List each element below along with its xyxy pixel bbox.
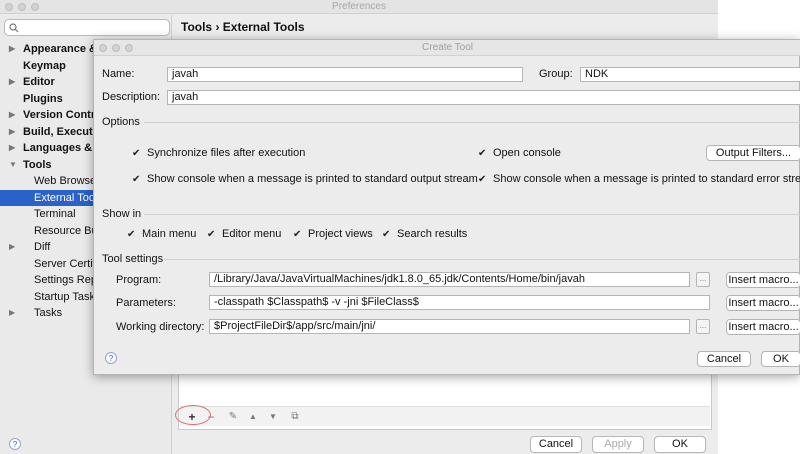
collapsed-arrow-icon[interactable]: ▶ [9,107,15,123]
sidebar-item-label: Tools [23,158,52,171]
working-directory-label: Working directory: [116,321,205,333]
program-label: Program: [116,274,162,286]
main-menu-checkbox[interactable]: ✔ Main menu [127,227,196,242]
copy-tool-button[interactable]: ⧉ [288,410,302,424]
search-icon [9,23,19,33]
show-in-section-label: Show in [102,208,142,220]
tools-list-toolbar: + − ✎ ▲ ▼ ⧉ [180,406,710,426]
checkmark-icon: ✔ [132,148,141,159]
collapsed-arrow-icon[interactable]: ▶ [9,41,15,57]
open-console-checkbox[interactable]: ✔ Open console [478,146,561,161]
working-directory-browse-button[interactable]: ... [696,319,710,334]
project-views-checkbox[interactable]: ✔ Project views [293,227,373,242]
window-title: Preferences [332,1,386,12]
sidebar-item-label: Diff [34,241,51,253]
settings-search-input[interactable] [4,19,170,36]
breadcrumb: Tools › External Tools [181,20,305,34]
working-directory-field[interactable]: $ProjectFileDir$/app/src/main/jni/ [209,319,690,334]
dialog-titlebar: Create Tool [94,40,800,56]
checkmark-icon: ✔ [478,148,487,159]
edit-tool-button[interactable]: ✎ [226,410,240,424]
sidebar-item-label: Keymap [23,59,66,72]
sidebar-item-label: Plugins [23,92,63,105]
tool-settings-section-label: Tool settings [102,253,164,265]
options-divider [144,122,800,123]
program-field[interactable]: /Library/Java/JavaVirtualMachines/jdk1.8… [209,272,690,287]
tool-settings-divider [164,259,800,260]
dialog-title: Create Tool [422,42,473,53]
sidebar-item-label: Languages & F [23,142,102,154]
expanded-arrow-icon[interactable]: ▼ [9,157,17,173]
help-icon[interactable]: ? [9,438,21,450]
program-insert-macro-button[interactable]: Insert macro... [726,272,800,288]
sidebar-item-label: Editor [23,76,55,88]
group-field[interactable]: NDK [580,67,800,82]
help-icon[interactable]: ? [105,352,117,364]
collapsed-arrow-icon[interactable]: ▶ [9,124,15,140]
show-in-divider [144,214,800,215]
preferences-ok-button[interactable]: OK [654,436,706,453]
sidebar-item-label: External Too [34,191,95,204]
collapsed-arrow-icon[interactable]: ▶ [9,140,15,156]
sidebar-item-label: Build, Executio [23,125,103,138]
move-down-button[interactable]: ▼ [266,410,280,424]
console-stdout-checkbox[interactable]: ✔ Show console when a message is printed … [132,172,478,187]
sidebar-item-label: Tasks [34,307,63,319]
preferences-cancel-button[interactable]: Cancel [530,436,582,453]
checkmark-icon: ✔ [207,229,216,240]
parameters-insert-macro-button[interactable]: Insert macro... [726,295,800,311]
options-section-label: Options [102,116,140,128]
preferences-apply-button[interactable]: Apply [592,436,644,453]
sidebar-item-label: Terminal [34,208,76,220]
search-results-checkbox[interactable]: ✔ Search results [382,227,467,242]
checkmark-icon: ✔ [382,229,391,240]
parameters-label: Parameters: [116,297,176,309]
move-up-button[interactable]: ▲ [246,410,260,424]
collapsed-arrow-icon[interactable]: ▶ [9,305,15,321]
preferences-titlebar: Preferences [0,0,718,14]
sidebar-item-label: Web Browser [34,175,100,187]
sidebar-item-label: Version Contr [23,109,96,121]
checkmark-icon: ✔ [293,229,302,240]
output-filters-button[interactable]: Output Filters... [706,145,800,161]
description-label: Description: [102,91,161,103]
group-label: Group: [539,68,573,80]
checkmark-icon: ✔ [127,229,136,240]
sidebar-item-label: Appearance & [23,43,97,55]
collapsed-arrow-icon[interactable]: ▶ [9,74,15,90]
collapsed-arrow-icon[interactable]: ▶ [9,239,15,255]
checkmark-icon: ✔ [132,174,141,185]
name-field[interactable]: javah [167,67,523,82]
dialog-ok-button[interactable]: OK [761,351,800,367]
parameters-field[interactable]: -classpath $Classpath$ -v -jni $FileClas… [209,295,710,310]
sidebar-item-label: Startup Task [34,290,95,303]
editor-menu-checkbox[interactable]: ✔ Editor menu [207,227,281,242]
program-browse-button[interactable]: ... [696,272,710,287]
create-tool-dialog: Create Tool Name: javah Group: NDK Descr… [93,39,800,375]
working-directory-insert-macro-button[interactable]: Insert macro... [726,319,800,335]
highlight-annotation [175,405,211,425]
description-field[interactable]: javah [167,90,800,105]
sidebar-item-label: Server Certif [34,257,96,270]
checkmark-icon: ✔ [478,174,487,185]
sidebar-item-label: Resource Bu [34,224,98,237]
dialog-cancel-button[interactable]: Cancel [697,351,751,367]
console-stderr-checkbox[interactable]: ✔ Show console when a message is printed … [478,172,800,187]
sidebar-item-label: Settings Rep [34,274,97,286]
name-label: Name: [102,68,135,80]
sync-files-checkbox[interactable]: ✔ Synchronize files after execution [132,146,305,161]
